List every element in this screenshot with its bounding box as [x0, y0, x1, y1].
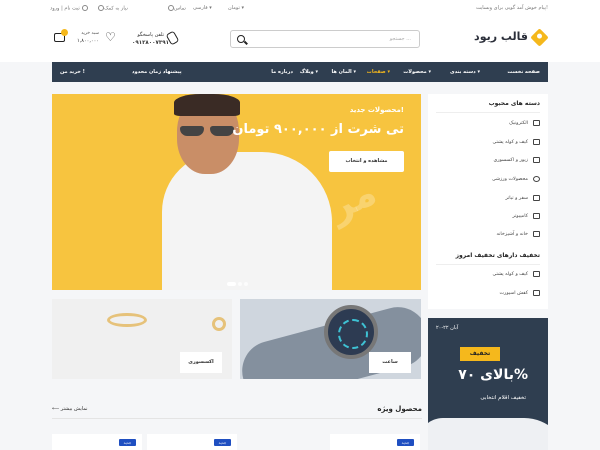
promo-banner[interactable]: ۲۰-۲۲ آبان تخفیف بالای ۷۰% تخفیف اقلام ا… — [428, 318, 548, 450]
home-icon — [533, 231, 540, 237]
slider-dot[interactable] — [238, 282, 242, 286]
banner-watch-label[interactable]: ساعت — [369, 352, 411, 373]
ball-icon — [533, 176, 540, 182]
slider-dots[interactable] — [226, 271, 249, 290]
sidebar-item-home[interactable]: خانه و آشپزخانه — [497, 232, 528, 237]
contact-link[interactable]: تماس — [166, 5, 186, 12]
hero-cta-button[interactable]: مشاهده و انتخاب — [329, 151, 404, 172]
nav-item-elements[interactable]: المان ها ▾ — [332, 69, 356, 75]
nav-item-categories[interactable]: دسته بندی ▾ — [450, 69, 480, 75]
section-divider — [52, 418, 422, 419]
sidebar-item-bags[interactable]: کیف و کوله پشتی — [493, 140, 528, 145]
slider-dot[interactable] — [244, 282, 248, 286]
computer-icon — [533, 213, 540, 219]
promo-subtext: تخفیف اقلام انتخابی — [480, 395, 526, 401]
cart-label: سبد خرید — [81, 31, 99, 36]
login-link[interactable]: ورود — [50, 6, 59, 12]
sidebar-item-sports[interactable]: محصولات ورزشی — [492, 177, 528, 182]
sunglasses-image — [180, 126, 236, 136]
site-header: قالب ریود جستجو ... تلفن پاسخگو ۰۹۱۲۸۰۰۷… — [0, 16, 600, 62]
promo-date: ۲۰-۲۲ آبان — [436, 325, 459, 331]
tag-icon — [533, 290, 540, 296]
ring-image — [212, 317, 226, 331]
login-register[interactable]: ثبت نام | ورود — [50, 5, 88, 12]
hero-slider[interactable]: مردانه محصولات جدید! تی شرت از ۹۰۰,۰۰۰ ت… — [52, 94, 421, 290]
shoe-image — [428, 418, 548, 450]
new-badge: جدید — [397, 439, 414, 446]
cart-count-badge — [61, 29, 68, 36]
sidebar-item-jewelry[interactable]: زیور و اکسسوری — [493, 158, 528, 163]
popular-categories-title: دسته های محبوب — [488, 100, 540, 107]
tag-icon — [533, 271, 540, 277]
product-card[interactable]: جدید — [330, 434, 420, 450]
plane-icon — [533, 195, 540, 201]
divider — [436, 112, 540, 113]
sidebar-item-travel[interactable]: سفر و تیاتر — [505, 196, 528, 201]
nav-item-about[interactable]: درباره ما — [271, 69, 293, 75]
register-link[interactable]: ثبت نام — [64, 6, 79, 12]
hero-title: تی شرت از ۹۰۰,۰۰۰ تومان — [232, 122, 404, 137]
main-nav: صفحه نخست دسته بندی ▾ محصولات ▾ صفحات ▾ … — [52, 62, 548, 82]
support-info: تلفن پاسخگو ۰۹۱۲۸۰۰۷۳۹۱ — [132, 32, 169, 46]
heart-icon[interactable]: ♡ — [105, 31, 116, 43]
banner-accessory-label[interactable]: اکسسوری — [180, 352, 222, 373]
logo[interactable]: قالب ریود — [474, 30, 528, 43]
promo-headline: بالای ۷۰% — [458, 367, 528, 383]
camera-icon — [533, 120, 540, 126]
hero-model-hair — [174, 94, 240, 116]
featured-products-title: محصول ویژه — [377, 405, 422, 413]
slider-dot[interactable] — [227, 282, 236, 286]
sidebar-discount-shoes[interactable]: کفش اسپورت — [500, 291, 528, 296]
nav-item-blog[interactable]: وبلاگ ▾ — [300, 69, 318, 75]
support-label: تلفن پاسخگو — [137, 32, 164, 38]
bracelet-image — [107, 313, 147, 327]
cart-amount: ۱,۸۰۰,۰۰۰ — [77, 38, 99, 44]
hero-subtitle: محصولات جدید! — [349, 106, 404, 114]
daily-discount-title: تخفیف دارهای تخفیف امروز — [455, 252, 540, 259]
user-icon — [81, 5, 88, 11]
category-sidebar: دسته های محبوب الکترونیک کیف و کوله پشتی… — [428, 94, 548, 309]
sidebar-item-electronics[interactable]: الکترونیک — [509, 121, 528, 126]
search-icon[interactable] — [237, 35, 245, 43]
logo-mark-icon[interactable] — [530, 28, 549, 47]
new-badge: جدید — [119, 439, 136, 446]
banner-watch[interactable]: ساعت — [240, 299, 421, 379]
welcome-text: پیام خوش آمد گویی برای وبسایت! — [475, 5, 548, 11]
special-offer-link[interactable]: پیشنهاد زمان محدود — [132, 69, 182, 75]
language-select[interactable]: فارسی ▾ — [193, 5, 212, 11]
show-more-link[interactable]: ⟵ نمایش بیشتر — [52, 406, 88, 412]
ring-icon — [533, 157, 540, 163]
buy-link[interactable]: خرید من ! — [60, 69, 85, 75]
cart-button[interactable]: سبد خرید ۱,۸۰۰,۰۰۰ — [54, 29, 99, 46]
currency-select[interactable]: تومان ▾ — [228, 5, 244, 11]
product-card[interactable]: جدید — [147, 434, 237, 450]
new-badge: جدید — [214, 439, 231, 446]
help-link[interactable]: نیاز به کمک — [96, 5, 128, 12]
product-card[interactable]: جدید — [52, 434, 142, 450]
sidebar-item-computer[interactable]: کامپیوتر — [512, 214, 528, 219]
nav-item-home[interactable]: صفحه نخست — [507, 69, 540, 75]
promo-tag: تخفیف — [460, 347, 500, 361]
search-input[interactable]: جستجو ... — [390, 36, 411, 42]
sidebar-discount-bags[interactable]: کیف و کوله پشتی — [493, 272, 528, 277]
top-bar: پیام خوش آمد گویی برای وبسایت! تومان ▾ ف… — [0, 0, 600, 16]
divider — [436, 264, 540, 265]
nav-item-pages[interactable]: صفحات ▾ — [367, 69, 390, 75]
support-phone[interactable]: ۰۹۱۲۸۰۰۷۳۹۱ — [132, 40, 169, 46]
search-box[interactable]: جستجو ... — [230, 30, 420, 48]
watch-image — [324, 305, 378, 359]
hero-model-shirt — [162, 152, 332, 290]
bag-icon — [533, 139, 540, 145]
banner-accessory[interactable]: اکسسوری — [52, 299, 232, 379]
nav-item-products[interactable]: محصولات ▾ — [403, 69, 431, 75]
